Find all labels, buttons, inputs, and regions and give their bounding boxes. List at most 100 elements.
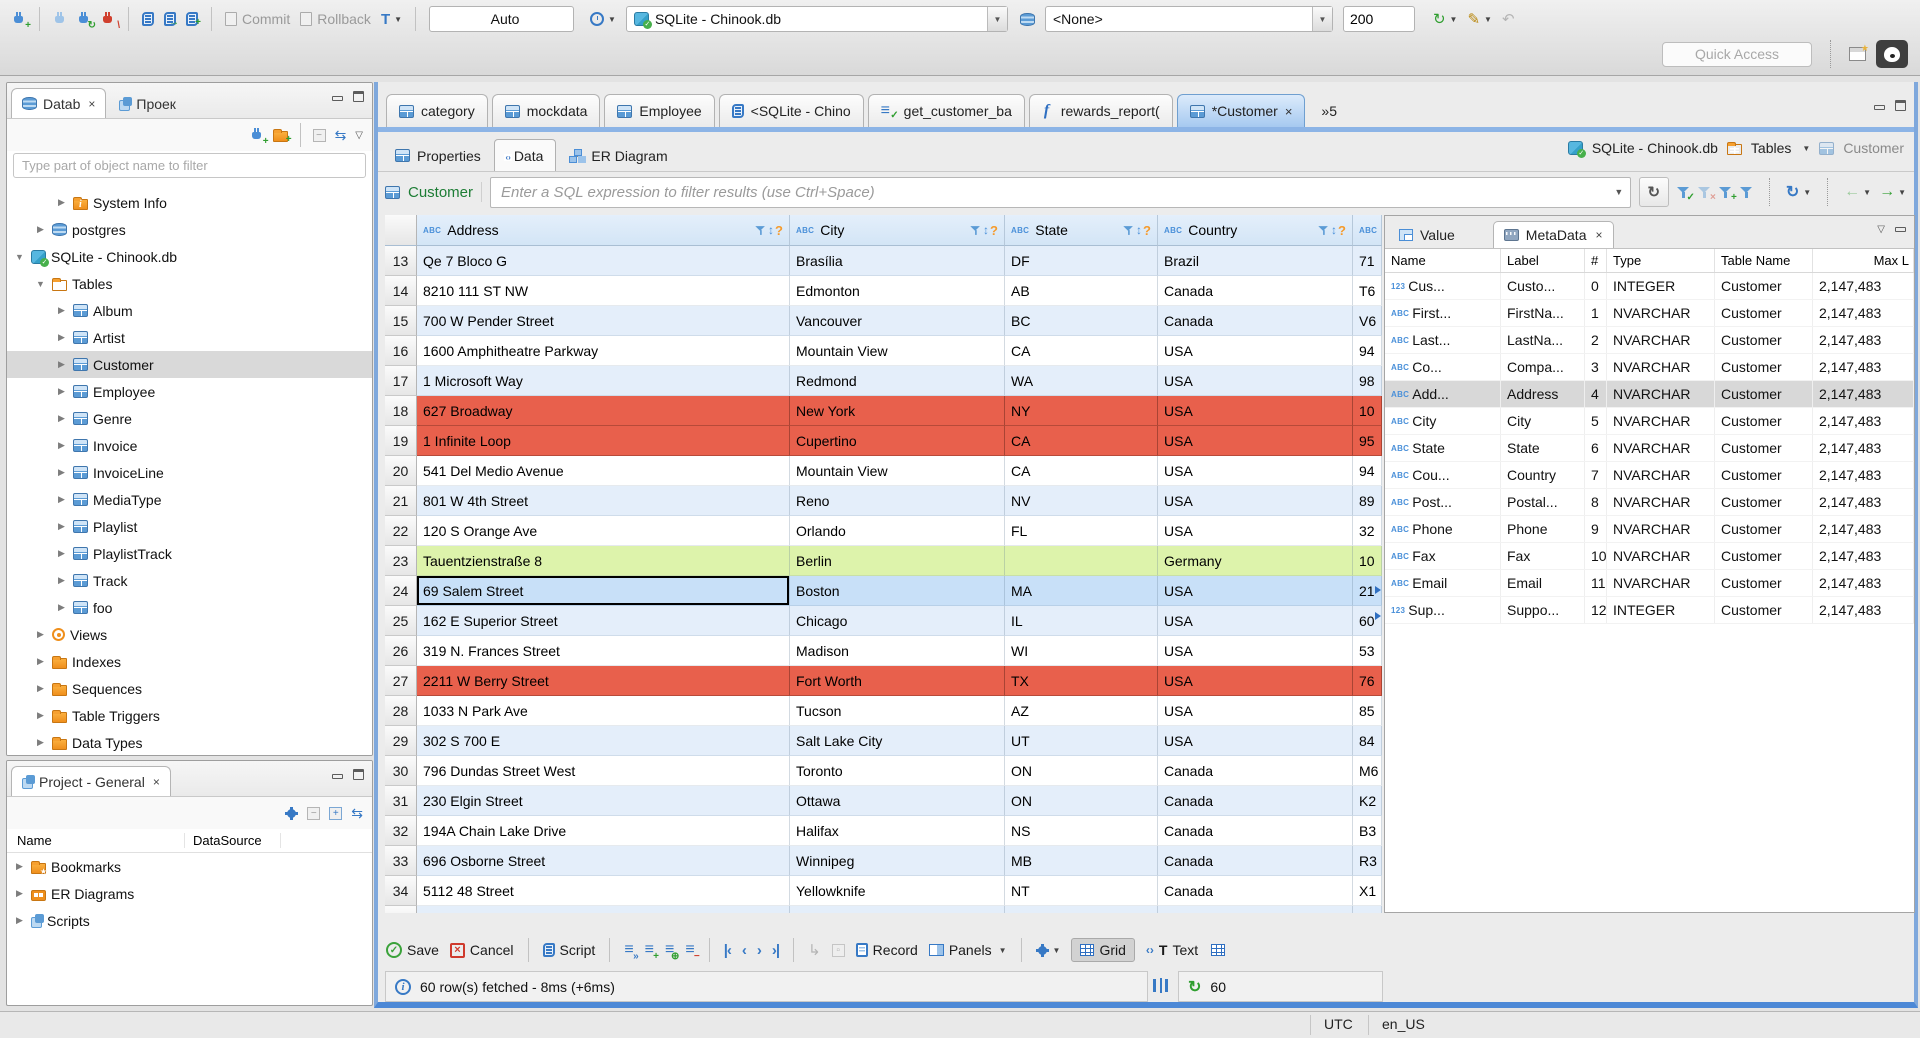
editor-tab[interactable]: *Customer × bbox=[1176, 94, 1306, 127]
city-cell[interactable]: Edmonton bbox=[790, 276, 1005, 306]
postal-cell[interactable]: 84 bbox=[1353, 726, 1382, 756]
country-cell[interactable]: USA bbox=[1158, 336, 1353, 366]
tree-item[interactable]: ▶ Genre bbox=[7, 405, 372, 432]
postal-cell[interactable] bbox=[1353, 906, 1382, 913]
column-sort-hint-icon[interactable]: ? bbox=[1143, 223, 1151, 238]
column-filter-icon[interactable] bbox=[1123, 225, 1133, 235]
state-cell[interactable]: CA bbox=[1005, 426, 1158, 456]
next-row-button[interactable]: › bbox=[757, 942, 762, 959]
tree-item[interactable]: ▶ MediaType bbox=[7, 486, 372, 513]
grid-column-header[interactable]: ABC ↕ ? bbox=[1353, 215, 1382, 246]
grid-column-header[interactable]: ABC City ↕ ? bbox=[790, 215, 1005, 246]
grid-column-header[interactable]: ABC State ↕ ? bbox=[1005, 215, 1158, 246]
state-cell[interactable]: NT bbox=[1005, 876, 1158, 906]
country-cell[interactable]: Canada bbox=[1158, 846, 1353, 876]
city-cell[interactable] bbox=[790, 906, 1005, 913]
address-cell[interactable]: 162 E Superior Street bbox=[417, 606, 790, 636]
expand-arrow-icon[interactable]: ▶ bbox=[55, 359, 68, 370]
postal-cell[interactable]: B3 bbox=[1353, 816, 1382, 846]
country-cell[interactable]: Brazil bbox=[1158, 246, 1353, 276]
city-cell[interactable]: Reno bbox=[790, 486, 1005, 516]
postal-cell[interactable]: 32 bbox=[1353, 516, 1382, 546]
address-cell[interactable]: 801 W 4th Street bbox=[417, 486, 790, 516]
collapse-icon[interactable]: − bbox=[307, 806, 321, 820]
connect-icon[interactable] bbox=[53, 11, 67, 27]
collapse-all-icon[interactable]: − bbox=[312, 128, 326, 142]
country-cell[interactable]: USA bbox=[1158, 606, 1353, 636]
country-cell[interactable]: USA bbox=[1158, 636, 1353, 666]
auto-refresh-button[interactable]: ↻ ▼ bbox=[1786, 182, 1811, 202]
expand-arrow-icon[interactable]: ▶ bbox=[34, 683, 47, 694]
metadata-row[interactable]: 123 Cus... Custo... 0 INTEGER Customer 2,… bbox=[1385, 273, 1914, 300]
row-number-cell[interactable]: 14 bbox=[385, 276, 417, 306]
settings-button[interactable]: ▼ bbox=[1035, 943, 1060, 957]
country-cell[interactable]: Canada bbox=[1158, 876, 1353, 906]
city-cell[interactable]: Boston bbox=[790, 576, 1005, 606]
view-menu-icon[interactable]: ▽ bbox=[1877, 224, 1885, 235]
country-cell[interactable]: USA bbox=[1158, 726, 1353, 756]
country-cell[interactable]: USA bbox=[1158, 576, 1353, 606]
remove-filter-icon[interactable]: × bbox=[1697, 186, 1716, 202]
tab-value[interactable]: Value bbox=[1389, 221, 1465, 248]
breadcrumb-entity[interactable]: Customer bbox=[1843, 140, 1904, 156]
column-filter-icon[interactable] bbox=[970, 225, 980, 235]
close-icon[interactable]: × bbox=[1285, 104, 1293, 119]
dbeaver-perspective-icon[interactable] bbox=[1876, 40, 1908, 68]
metadata-column-table[interactable]: Table Name bbox=[1715, 249, 1813, 272]
previous-row-button[interactable]: ‹ bbox=[742, 942, 747, 959]
address-cell[interactable]: 120 S Orange Ave bbox=[417, 516, 790, 546]
row-number-cell[interactable]: 17 bbox=[385, 366, 417, 396]
state-cell[interactable]: CA bbox=[1005, 456, 1158, 486]
address-cell[interactable]: 2211 W Berry Street bbox=[417, 666, 790, 696]
postal-cell[interactable]: 53 bbox=[1353, 636, 1382, 666]
link-with-editor-icon[interactable]: ⇆ bbox=[335, 128, 347, 142]
postal-cell[interactable]: 89 bbox=[1353, 486, 1382, 516]
state-cell[interactable]: MB bbox=[1005, 846, 1158, 876]
expand-arrow-icon[interactable]: ▶ bbox=[13, 861, 26, 872]
quick-access-input[interactable] bbox=[1662, 41, 1812, 67]
expand-icon[interactable]: + bbox=[329, 806, 343, 820]
open-perspective-icon[interactable] bbox=[1849, 43, 1869, 61]
minimize-icon[interactable] bbox=[332, 774, 343, 779]
postal-cell[interactable]: 71 bbox=[1353, 246, 1382, 276]
expand-arrow-icon[interactable]: ▶ bbox=[55, 521, 68, 532]
city-cell[interactable]: Brasília bbox=[790, 246, 1005, 276]
address-cell[interactable]: Qe 7 Bloco G bbox=[417, 246, 790, 276]
tree-item[interactable]: ▼ Tables bbox=[7, 270, 372, 297]
address-cell[interactable]: 8210 111 ST NW bbox=[417, 276, 790, 306]
fetch-size-input[interactable] bbox=[1342, 6, 1415, 32]
country-cell[interactable]: Canada bbox=[1158, 816, 1353, 846]
postal-cell[interactable]: 10 bbox=[1353, 396, 1382, 426]
address-cell[interactable]: 194A Chain Lake Drive bbox=[417, 816, 790, 846]
metadata-row[interactable]: ABC Post... Postal... 8 NVARCHAR Customer… bbox=[1385, 489, 1914, 516]
column-filter-icon[interactable] bbox=[755, 225, 765, 235]
state-cell[interactable]: WI bbox=[1005, 636, 1158, 666]
object-filter-input[interactable] bbox=[13, 153, 366, 178]
column-sort-icon[interactable]: ↕ bbox=[983, 223, 989, 237]
row-number-cell[interactable]: 20 bbox=[385, 456, 417, 486]
tree-item[interactable]: ▶ Customer bbox=[7, 351, 372, 378]
expand-arrow-icon[interactable]: ▼ bbox=[34, 279, 47, 289]
expand-arrow-icon[interactable]: ▶ bbox=[55, 440, 68, 451]
expand-arrow-icon[interactable]: ▶ bbox=[55, 413, 68, 424]
address-cell[interactable]: 5112 48 Street bbox=[417, 876, 790, 906]
city-cell[interactable]: Orlando bbox=[790, 516, 1005, 546]
city-cell[interactable]: Tucson bbox=[790, 696, 1005, 726]
address-cell[interactable]: 1600 Amphitheatre Parkway bbox=[417, 336, 790, 366]
city-cell[interactable]: Madison bbox=[790, 636, 1005, 666]
dropdown-arrow-icon[interactable]: ▼ bbox=[986, 7, 1007, 31]
postal-cell[interactable]: 95 bbox=[1353, 426, 1382, 456]
project-item[interactable]: ▶ Scripts bbox=[7, 907, 372, 934]
postal-cell[interactable]: 76 bbox=[1353, 666, 1382, 696]
add-row-icon[interactable]: ≡ + bbox=[645, 942, 659, 962]
expand-arrow-icon[interactable]: ▶ bbox=[55, 575, 68, 586]
state-cell[interactable]: IL bbox=[1005, 606, 1158, 636]
expand-arrow-icon[interactable]: ▶ bbox=[55, 548, 68, 559]
new-sql-editor-icon[interactable]: + bbox=[186, 12, 201, 28]
reconnect-icon[interactable]: ↻ bbox=[77, 11, 96, 30]
row-number-cell[interactable]: 35 bbox=[385, 906, 417, 913]
tree-item[interactable]: ▶ Sequences bbox=[7, 675, 372, 702]
tree-item[interactable]: ▶ InvoiceLine bbox=[7, 459, 372, 486]
expand-arrow-icon[interactable]: ▶ bbox=[13, 915, 26, 926]
city-cell[interactable]: Yellowknife bbox=[790, 876, 1005, 906]
